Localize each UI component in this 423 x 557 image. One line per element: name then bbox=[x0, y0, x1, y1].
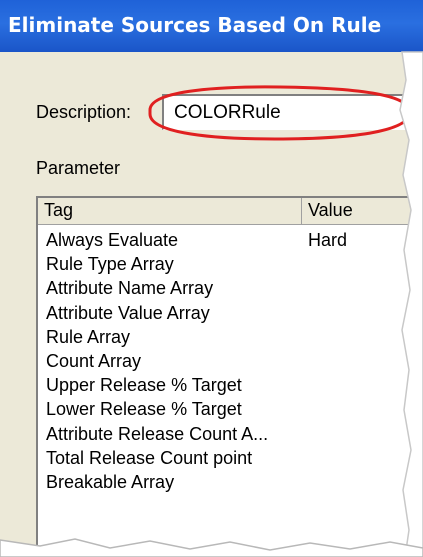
row-tag: Count Array bbox=[46, 350, 142, 371]
description-value: COLORRule bbox=[174, 102, 281, 123]
list-item[interactable]: Lower Release % Target bbox=[38, 397, 423, 421]
list-item[interactable]: Rule Type Array bbox=[38, 252, 423, 276]
list-item[interactable]: Total Release Count point bbox=[38, 446, 423, 470]
parameter-label: Parameter bbox=[36, 158, 121, 178]
list-item[interactable]: Count Array bbox=[38, 349, 423, 373]
parameter-list[interactable]: Tag Value Always Evaluate Hard Rule Type … bbox=[36, 196, 423, 557]
row-tag: Total Release Count point bbox=[46, 447, 253, 468]
row-tag: Breakable Array bbox=[46, 471, 175, 492]
row-tag: Rule Array bbox=[46, 326, 131, 347]
description-label: Description: bbox=[36, 102, 132, 122]
list-item[interactable]: Rule Array bbox=[38, 325, 423, 349]
column-header-value[interactable]: Value bbox=[302, 198, 423, 225]
title-bar[interactable]: Eliminate Sources Based On Rule bbox=[0, 0, 423, 52]
parameter-rows: Always Evaluate Hard Rule Type Array Attr… bbox=[38, 228, 423, 494]
row-tag: Attribute Value Array bbox=[46, 302, 210, 323]
list-item[interactable]: Attribute Release Count A... bbox=[38, 422, 423, 446]
row-tag: Upper Release % Target bbox=[46, 375, 242, 396]
description-field[interactable]: COLORRule bbox=[162, 94, 423, 130]
row-value: Hard bbox=[308, 230, 348, 250]
row-tag: Always Evaluate bbox=[46, 230, 179, 250]
row-tag: Attribute Name Array bbox=[46, 278, 214, 299]
row-tag: Attribute Release Count A... bbox=[46, 423, 269, 444]
list-item[interactable]: Attribute Name Array bbox=[38, 276, 423, 300]
list-item[interactable]: Always Evaluate Hard bbox=[38, 228, 423, 252]
column-header-tag[interactable]: Tag bbox=[38, 198, 302, 225]
row-tag: Lower Release % Target bbox=[46, 399, 242, 420]
list-item[interactable]: Attribute Value Array bbox=[38, 301, 423, 325]
row-tag: Rule Type Array bbox=[46, 254, 174, 275]
list-item[interactable]: Breakable Array bbox=[38, 470, 423, 494]
list-item[interactable]: Upper Release % Target bbox=[38, 373, 423, 397]
window-title: Eliminate Sources Based On Rule bbox=[8, 13, 382, 37]
dialog-window: Eliminate Sources Based On Rule Descript… bbox=[0, 0, 423, 557]
